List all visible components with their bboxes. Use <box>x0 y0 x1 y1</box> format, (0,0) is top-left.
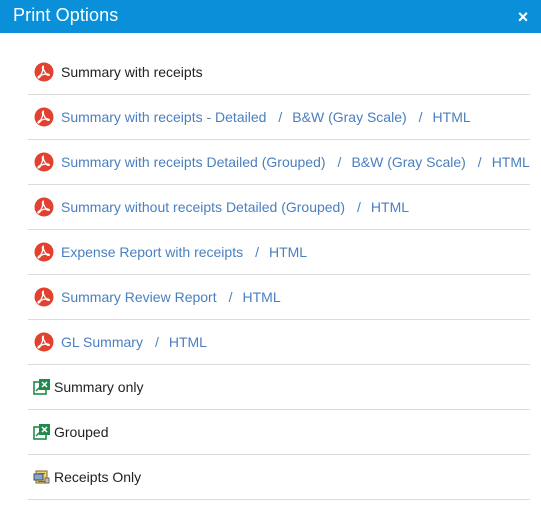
option-link-html[interactable]: HTML <box>243 289 281 305</box>
option-link-pdf[interactable]: GL Summary <box>61 334 143 350</box>
option-link-html[interactable]: HTML <box>492 154 530 170</box>
option-link-html[interactable]: HTML <box>169 334 207 350</box>
pdf-icon[interactable] <box>34 62 54 82</box>
option-link-html[interactable]: HTML <box>371 199 409 215</box>
pdf-icon[interactable] <box>34 287 54 307</box>
separator: / <box>357 199 361 215</box>
option-link-pdf[interactable]: Summary without receipts Detailed (Group… <box>61 199 345 215</box>
option-link-bw[interactable]: B&W (Gray Scale) <box>351 154 465 170</box>
print-options-list: Summary with receipts Summary with recei… <box>28 50 530 500</box>
close-icon[interactable]: × <box>515 7 531 27</box>
receipts-icon[interactable] <box>33 468 51 486</box>
option-link-pdf[interactable]: Expense Report with receipts <box>61 244 243 260</box>
option-link-pdf[interactable]: Summary with receipts Detailed (Grouped) <box>61 154 326 170</box>
excel-export-icon[interactable] <box>33 378 51 396</box>
separator: / <box>418 109 423 125</box>
pdf-icon[interactable] <box>34 197 54 217</box>
option-row-summary-review-report: Summary Review Report / HTML <box>28 275 530 320</box>
option-link-bw[interactable]: B&W (Gray Scale) <box>292 109 406 125</box>
option-label[interactable]: Summary only <box>54 379 143 395</box>
excel-export-icon[interactable] <box>33 423 51 441</box>
dialog-header: Print Options × <box>0 0 541 33</box>
pdf-icon[interactable] <box>34 107 54 127</box>
separator: / <box>337 154 342 170</box>
option-link-html[interactable]: HTML <box>433 109 471 125</box>
option-row-summary-with-receipts: Summary with receipts <box>28 50 530 95</box>
option-label[interactable]: Receipts Only <box>54 469 141 485</box>
option-link-pdf[interactable]: Summary with receipts - Detailed <box>61 109 266 125</box>
option-row-receipts-only: Receipts Only <box>28 455 530 500</box>
separator: / <box>255 244 259 260</box>
option-label[interactable]: Summary with receipts <box>61 64 203 80</box>
option-link-pdf[interactable]: Summary Review Report <box>61 289 217 305</box>
separator: / <box>228 289 233 305</box>
pdf-icon[interactable] <box>34 152 54 172</box>
option-row-summary-without-receipts-detailed-grouped: Summary without receipts Detailed (Group… <box>28 185 530 230</box>
pdf-icon[interactable] <box>34 332 54 352</box>
option-row-expense-report-with-receipts: Expense Report with receipts / HTML <box>28 230 530 275</box>
separator: / <box>154 334 159 350</box>
pdf-icon[interactable] <box>34 242 54 262</box>
separator: / <box>477 154 482 170</box>
print-options-dialog: Print Options × Summary with receipts Su… <box>0 0 541 518</box>
option-row-summary-with-receipts-detailed: Summary with receipts - Detailed / B&W (… <box>28 95 530 140</box>
option-row-gl-summary: GL Summary / HTML <box>28 320 530 365</box>
option-label[interactable]: Grouped <box>54 424 108 440</box>
option-row-grouped: Grouped <box>28 410 530 455</box>
dialog-title: Print Options <box>13 5 119 25</box>
separator: / <box>278 109 283 125</box>
option-row-summary-with-receipts-detailed-grouped: Summary with receipts Detailed (Grouped)… <box>28 140 530 185</box>
option-row-summary-only: Summary only <box>28 365 530 410</box>
option-link-html[interactable]: HTML <box>269 244 307 260</box>
